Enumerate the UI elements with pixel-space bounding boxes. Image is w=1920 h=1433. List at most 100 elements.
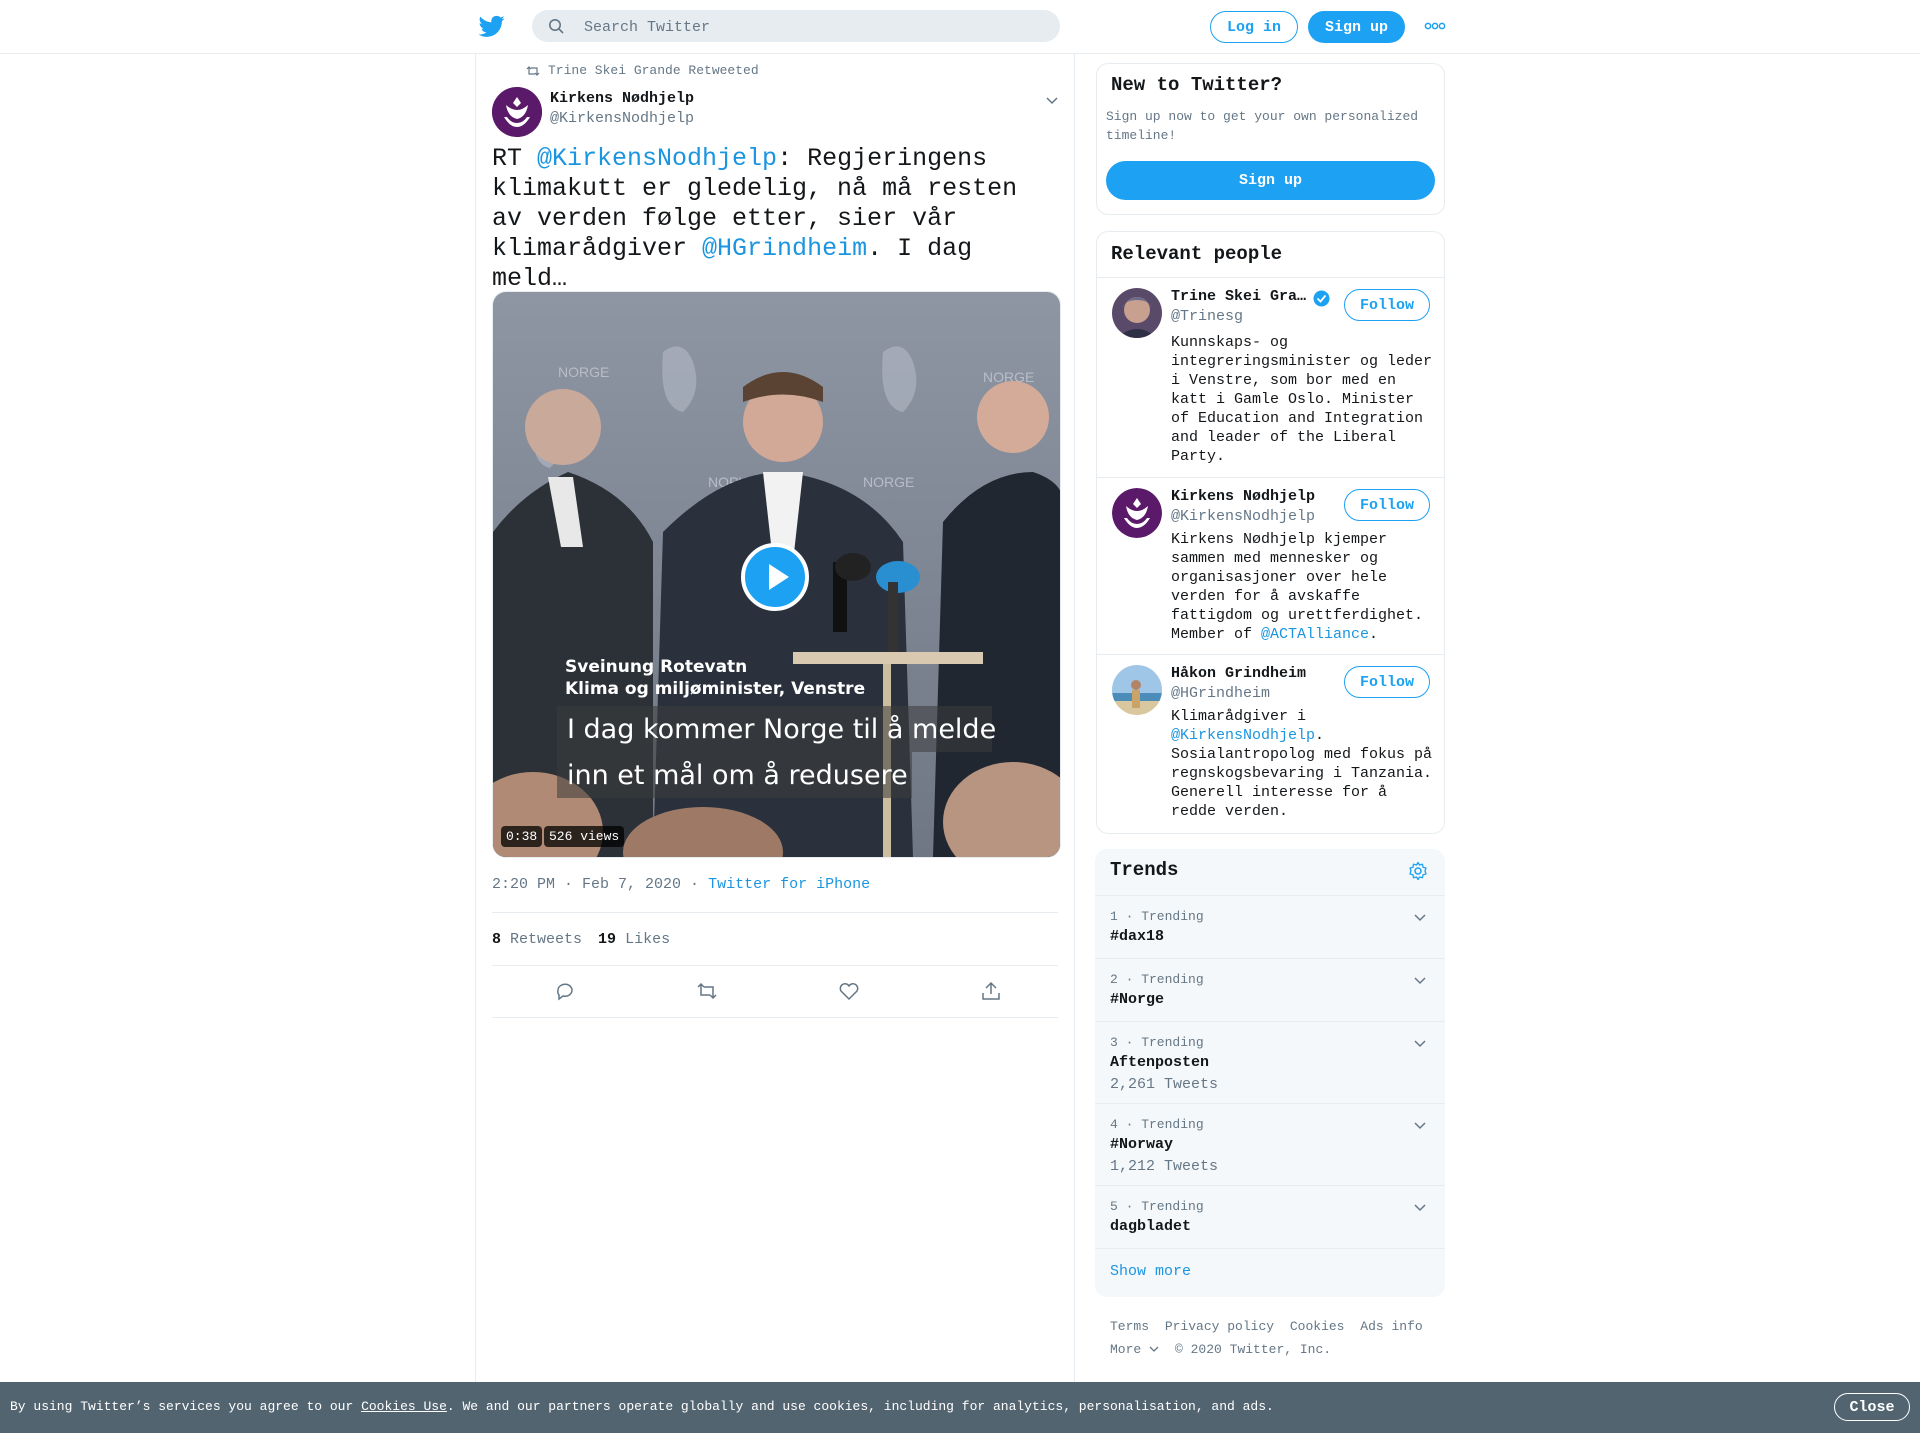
- share-icon[interactable]: [980, 980, 1002, 1002]
- trend-tweet-count: 1,212 Tweets: [1110, 1158, 1219, 1175]
- twitter-logo-icon[interactable]: [478, 13, 506, 39]
- video-subtitle: I dag kommer Norge til å melde: [567, 714, 996, 745]
- video-caption-title: Klima og miljøminister, Venstre: [565, 679, 865, 699]
- top-header: Log in Sign up: [0, 0, 1920, 54]
- person-bio: Kunnskaps- og integreringsminister og le…: [1171, 334, 1433, 465]
- trend-item[interactable]: 3 · Trending Aftenposten 2,261 Tweets: [1095, 1021, 1445, 1103]
- show-more-link[interactable]: Show more: [1110, 1263, 1191, 1280]
- person-avatar[interactable]: [1112, 488, 1162, 538]
- chevron-down-icon[interactable]: [1413, 1118, 1427, 1132]
- backdrop-text: NORGE: [863, 474, 914, 490]
- person-handle[interactable]: @HGrindheim: [1171, 685, 1270, 702]
- signup-card-description: Sign up now to get your own personalized…: [1106, 109, 1419, 143]
- trend-item[interactable]: 4 · Trending #Norway 1,212 Tweets: [1095, 1103, 1445, 1185]
- tweet-text: RT @KirkensNodhjelp: Regjeringens klimak…: [492, 144, 1058, 294]
- signup-card-title: New to Twitter?: [1111, 74, 1283, 96]
- footer-link-terms[interactable]: Terms: [1110, 1319, 1149, 1334]
- trend-item[interactable]: 5 · Trending dagbladet: [1095, 1185, 1445, 1248]
- video-caption-name: Sveinung Rotevatn: [565, 657, 747, 677]
- separator: ·: [690, 876, 700, 893]
- chevron-down-icon[interactable]: [1413, 910, 1427, 924]
- retweet-icon: [526, 65, 540, 76]
- cookie-close-button[interactable]: Close: [1834, 1393, 1910, 1421]
- follow-button[interactable]: Follow: [1344, 489, 1430, 521]
- tweet-text-prefix: RT: [492, 144, 538, 173]
- like-heart-icon[interactable]: [838, 980, 860, 1002]
- person-handle[interactable]: @KirkensNodhjelp: [1171, 508, 1315, 525]
- cookie-consent-bar: By using Twitter’s services you agree to…: [0, 1382, 1920, 1433]
- tweet-timestamp[interactable]: 2:20 PM · Feb 7, 2020: [492, 876, 681, 893]
- video-player[interactable]: NORGE NORGE NORWAY NORGE: [492, 291, 1061, 858]
- footer-more-button[interactable]: More: [1110, 1342, 1159, 1357]
- footer-link-cookies[interactable]: Cookies: [1290, 1319, 1345, 1334]
- author-name[interactable]: Kirkens Nødhjelp: [550, 90, 694, 107]
- video-views: 526 views: [544, 826, 625, 847]
- person-bio: Kirkens Nødhjelp kjemper sammen med menn…: [1171, 530, 1433, 644]
- search-input[interactable]: [582, 10, 1046, 44]
- likes-stat[interactable]: 19 Likes: [598, 931, 670, 948]
- tweet-metadata: 2:20 PM · Feb 7, 2020 · Twitter for iPho…: [492, 876, 870, 893]
- more-options-icon[interactable]: [1424, 19, 1446, 33]
- person-name[interactable]: Håkon Grindheim: [1171, 665, 1306, 682]
- retweet-context-label: Trine Skei Grande Retweeted: [548, 63, 759, 78]
- chevron-down-icon[interactable]: [1413, 1200, 1427, 1214]
- person-avatar[interactable]: [1112, 288, 1162, 338]
- trend-meta: 1 · Trending: [1110, 909, 1204, 924]
- trend-name: #Norway: [1110, 1136, 1174, 1153]
- signup-card-button[interactable]: Sign up: [1106, 161, 1435, 200]
- follow-button[interactable]: Follow: [1344, 289, 1430, 321]
- person-name[interactable]: Trine Skei Gra…: [1171, 288, 1306, 305]
- signup-button[interactable]: Sign up: [1308, 11, 1405, 43]
- mention-link[interactable]: @HGrindheim: [702, 234, 867, 263]
- tweet-stats: 8 Retweets 19 Likes: [492, 912, 1058, 966]
- person-card: Trine Skei Gra… @Trinesg Follow Kunnskap…: [1097, 277, 1444, 478]
- mention-link[interactable]: @KirkensNodhjelp: [537, 144, 777, 173]
- person-bio-start: Klimarådgiver i: [1171, 708, 1307, 725]
- person-bio-end: .: [1369, 626, 1379, 643]
- chevron-down-icon: [1149, 1346, 1159, 1352]
- cookies-use-link[interactable]: Cookies Use: [361, 1399, 447, 1414]
- trend-tweet-count: 2,261 Tweets: [1110, 1076, 1219, 1093]
- likes-count: 19: [598, 930, 617, 948]
- trend-item[interactable]: 2 · Trending #Norge: [1095, 958, 1445, 1021]
- tweet-source-link[interactable]: Twitter for iPhone: [708, 876, 870, 893]
- footer-link-privacy[interactable]: Privacy policy: [1165, 1319, 1274, 1334]
- backdrop-text: NORGE: [558, 364, 609, 380]
- trends-title: Trends: [1110, 859, 1179, 881]
- mention-link[interactable]: @KirkensNodhjelp: [1171, 727, 1315, 744]
- play-button[interactable]: [741, 543, 809, 611]
- person-avatar[interactable]: [1112, 665, 1162, 715]
- tweet-column: Trine Skei Grande Retweeted Kirkens Nødh…: [475, 54, 1075, 1394]
- chevron-down-icon[interactable]: [1044, 92, 1060, 108]
- author-handle[interactable]: @KirkensNodhjelp: [550, 110, 694, 127]
- likes-label: Likes: [625, 930, 671, 948]
- chevron-down-icon[interactable]: [1413, 973, 1427, 987]
- retweets-label: Retweets: [510, 930, 583, 948]
- login-button[interactable]: Log in: [1210, 11, 1298, 43]
- follow-button[interactable]: Follow: [1344, 666, 1430, 698]
- trend-name: dagbladet: [1110, 1218, 1192, 1235]
- signup-card: New to Twitter? Sign up now to get your …: [1096, 63, 1445, 215]
- play-icon: [769, 564, 789, 590]
- relevant-people-card: Relevant people Trine Skei Gra… @Trinesg…: [1096, 231, 1445, 834]
- retweets-stat[interactable]: 8 Retweets: [492, 931, 582, 948]
- search-bar[interactable]: [532, 10, 1060, 44]
- trend-name: #Norge: [1110, 991, 1165, 1008]
- verified-badge-icon: [1313, 290, 1330, 307]
- gear-icon[interactable]: [1408, 861, 1428, 881]
- retweet-context[interactable]: Trine Skei Grande Retweeted: [526, 63, 759, 78]
- person-name[interactable]: Kirkens Nødhjelp: [1171, 488, 1315, 505]
- trend-meta: 3 · Trending: [1110, 1035, 1204, 1050]
- cookie-text: By using Twitter’s services you agree to…: [10, 1399, 1274, 1414]
- person-bio: Klimarådgiver i @KirkensNodhjelp. Sosial…: [1171, 707, 1433, 821]
- copyright: © 2020 Twitter, Inc.: [1175, 1342, 1332, 1357]
- author-avatar[interactable]: [492, 87, 542, 137]
- person-handle[interactable]: @Trinesg: [1171, 308, 1243, 325]
- mention-link[interactable]: @ACTAlliance: [1261, 626, 1369, 643]
- chevron-down-icon[interactable]: [1413, 1036, 1427, 1050]
- footer-link-ads-info[interactable]: Ads info: [1360, 1319, 1422, 1334]
- reply-icon[interactable]: [554, 980, 576, 1002]
- trend-item[interactable]: 1 · Trending #dax18: [1095, 895, 1445, 958]
- trends-card: Trends 1 · Trending #dax18 2 · Trending …: [1095, 849, 1445, 1297]
- retweet-icon[interactable]: [696, 980, 718, 1002]
